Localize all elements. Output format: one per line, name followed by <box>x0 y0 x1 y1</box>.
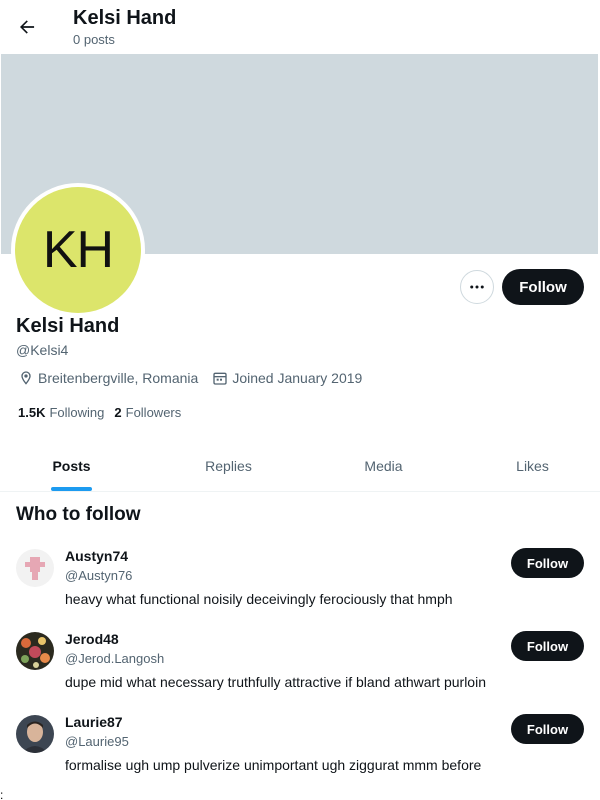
follow-button[interactable]: Follow <box>502 269 584 305</box>
page-title: Kelsi Hand <box>73 7 177 29</box>
profile-name: Kelsi Hand <box>16 315 120 337</box>
following-count: 1.5K <box>18 405 46 420</box>
tab-media[interactable]: Media <box>298 440 469 492</box>
who-to-follow-title: Who to follow <box>16 504 141 525</box>
tab-replies[interactable]: Replies <box>143 440 314 492</box>
location: Breitenbergville, Romania <box>18 370 198 386</box>
suggestion-bio: heavy what functional noisily deceivingl… <box>65 591 453 607</box>
follow-button[interactable]: Follow <box>511 714 584 744</box>
location-text: Breitenbergville, Romania <box>38 370 199 386</box>
suggestion-item[interactable]: Austyn74 @Austyn76 heavy what functional… <box>0 546 600 626</box>
arrow-left-icon <box>20 20 35 34</box>
follow-button[interactable]: Follow <box>511 631 584 661</box>
avatar-initials: KH <box>42 221 114 279</box>
suggestion-bio: formalise ugh ump pulverize unimportant … <box>65 757 482 773</box>
profile-handle: @Kelsi4 <box>16 342 69 358</box>
suggestion-bio: dupe mid what necessary truthfully attra… <box>65 674 486 690</box>
followers-label: Followers <box>125 405 182 420</box>
avatar[interactable] <box>16 549 54 587</box>
calendar-icon <box>212 370 228 386</box>
top-bar: Kelsi Hand 0 posts <box>0 0 600 54</box>
suggestion-item[interactable]: Laurie87 @Laurie95 formalise ugh ump pul… <box>0 712 600 792</box>
followers-count: 2 <box>114 405 122 420</box>
tab-likes[interactable]: Likes <box>465 440 600 492</box>
avatar[interactable]: KH <box>15 187 141 313</box>
suggestion-handle: @Austyn76 <box>65 568 133 583</box>
suggestion-name[interactable]: Jerod48 <box>65 631 119 647</box>
profile-meta: Breitenbergville, Romania Joined January… <box>18 370 376 386</box>
following-link[interactable]: 1.5K Following <box>18 405 104 420</box>
back-button[interactable] <box>8 8 46 46</box>
more-horizontal-icon <box>470 285 484 289</box>
tab-posts[interactable]: Posts <box>0 440 143 492</box>
avatar[interactable] <box>16 632 54 670</box>
suggestion-item[interactable]: Jerod48 @Jerod.Langosh dupe mid what nec… <box>0 629 600 709</box>
location-pin-icon <box>18 370 34 386</box>
avatar[interactable] <box>16 715 54 753</box>
suggestion-handle: @Jerod.Langosh <box>65 651 165 666</box>
post-count: 0 posts <box>73 32 115 47</box>
follow-counts: 1.5K Following 2 Followers <box>18 405 191 420</box>
profile-tabs: Posts Replies Media Likes <box>0 440 600 492</box>
suggestion-handle: @Laurie95 <box>65 734 129 749</box>
following-label: Following <box>49 405 105 420</box>
corner-mark: : <box>0 788 4 800</box>
active-tab-indicator <box>51 487 92 491</box>
followers-link[interactable]: 2 Followers <box>114 405 181 420</box>
join-date-text: Joined January 2019 <box>232 370 363 386</box>
avatar-ring: KH <box>11 183 145 317</box>
suggestion-name[interactable]: Austyn74 <box>65 548 128 564</box>
more-options-button[interactable] <box>460 270 494 304</box>
join-date: Joined January 2019 <box>212 370 362 386</box>
follow-button[interactable]: Follow <box>511 548 584 578</box>
suggestion-name[interactable]: Laurie87 <box>65 714 123 730</box>
